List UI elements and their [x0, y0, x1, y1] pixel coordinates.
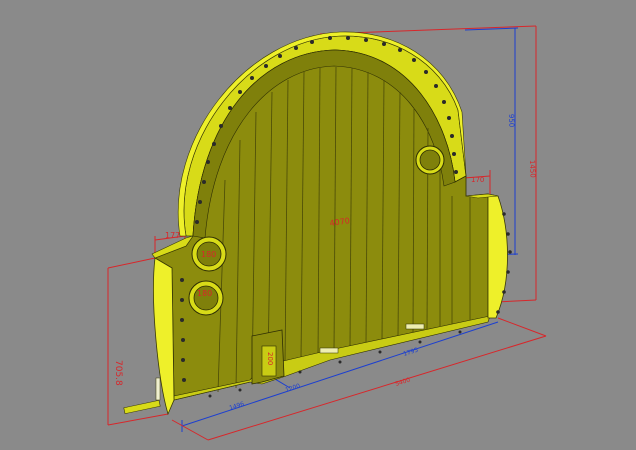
dim-port-upper: 180 — [201, 250, 216, 259]
porthole-lower-left[interactable] — [188, 280, 224, 316]
dim-left-height: 705.8 — [113, 360, 123, 386]
dim-right-step: 170 — [471, 176, 484, 184]
dim-port-lower: 180 — [197, 289, 212, 298]
dim-base-total: 5400 — [394, 376, 411, 387]
dim-base-small: 1200 — [284, 382, 301, 393]
slot-opening-right — [405, 323, 425, 330]
dim-arch-height: 950 — [507, 114, 515, 128]
dim-base-span-b: 1795 — [402, 346, 419, 357]
cad-viewport[interactable]: 950 1450 170 177 4070 705.8 180 180 200 … — [0, 0, 636, 450]
left-foot-rail — [123, 399, 161, 415]
porthole-right[interactable] — [415, 145, 445, 175]
dim-left-step: 177 — [165, 231, 180, 240]
dim-hatch-height: 200 — [266, 352, 274, 365]
slot-opening-left — [319, 347, 339, 354]
left-post — [155, 377, 161, 401]
door-3d-model[interactable]: 950 1450 170 177 4070 705.8 180 180 200 … — [0, 0, 636, 450]
dim-total-height: 1450 — [528, 160, 537, 178]
dim-base-span-a: 1496 — [228, 400, 245, 411]
